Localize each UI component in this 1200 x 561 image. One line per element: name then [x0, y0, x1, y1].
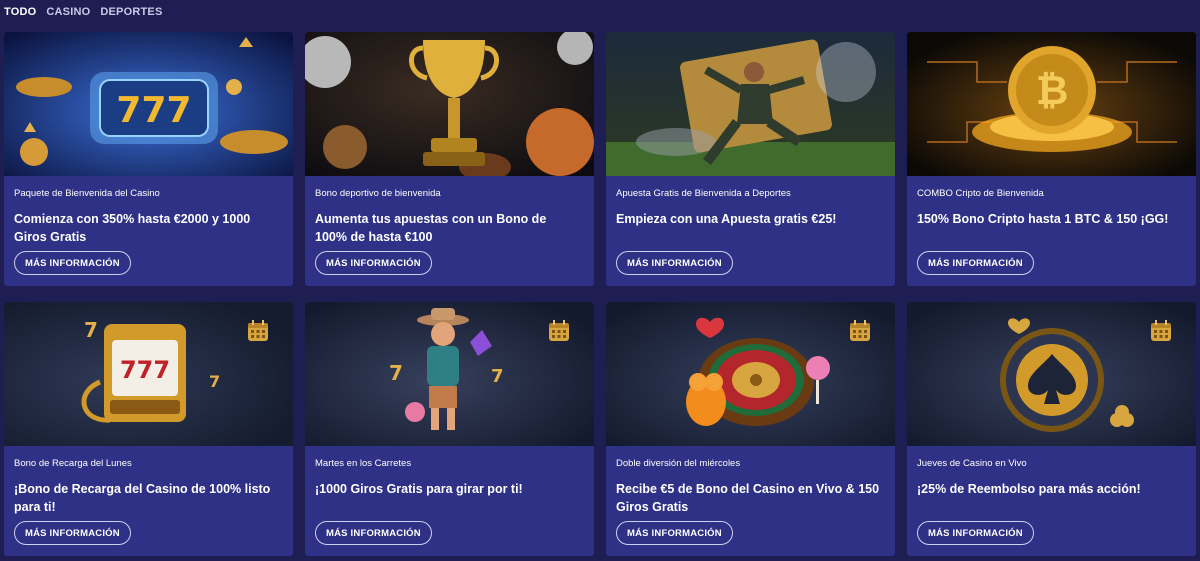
card-title: 150% Bono Cripto hasta 1 BTC & 150 ¡GG!: [917, 212, 1169, 226]
card-title: Empieza con una Apuesta gratis €25!: [616, 212, 837, 226]
more-info-button[interactable]: MÁS INFORMACIÓN: [315, 251, 432, 275]
football-player-ticket-image: [606, 32, 895, 176]
calendar-icon: [850, 320, 870, 341]
card-kicker: Apuesta Gratis de Bienvenida a Deportes: [616, 188, 791, 199]
card-kicker: Martes en los Carretes: [315, 458, 412, 469]
card-kicker: Jueves de Casino en Vivo: [917, 458, 1027, 469]
svg-text:7: 7: [389, 361, 403, 385]
more-info-button[interactable]: MÁS INFORMACIÓN: [616, 521, 733, 545]
cowboy-character-image: 7 7: [305, 302, 594, 446]
tab-casino[interactable]: CASINO: [46, 6, 90, 18]
more-info-button[interactable]: MÁS INFORMACIÓN: [14, 251, 131, 275]
promotions-grid: 777 Paquete de Bienvenida del Casino Com…: [4, 32, 1196, 556]
more-info-button[interactable]: MÁS INFORMACIÓN: [14, 521, 131, 545]
promo-card-thursday-live[interactable]: Jueves de Casino en Vivo ¡25% de Reembol…: [907, 302, 1196, 556]
calendar-icon: [549, 320, 569, 341]
slot-777-lamp-image: 777: [4, 32, 293, 176]
card-kicker: Bono de Recarga del Lunes: [14, 458, 132, 469]
promo-card-casino-welcome[interactable]: 777 Paquete de Bienvenida del Casino Com…: [4, 32, 293, 286]
promo-card-free-bet[interactable]: Apuesta Gratis de Bienvenida a Deportes …: [606, 32, 895, 286]
more-info-button[interactable]: MÁS INFORMACIÓN: [616, 251, 733, 275]
slot-machine-777-image: 777 7 7: [4, 302, 293, 446]
calendar-icon: [1151, 320, 1171, 341]
svg-text:7: 7: [84, 318, 98, 342]
card-title: Comienza con 350% hasta €2000 y 1000 Gir…: [14, 212, 251, 244]
card-title: ¡25% de Reembolso para más acción!: [917, 482, 1141, 496]
card-kicker: COMBO Cripto de Bienvenida: [917, 188, 1044, 199]
calendar-icon: [248, 320, 268, 341]
card-kicker: Bono deportivo de bienvenida: [315, 188, 441, 199]
more-info-button[interactable]: MÁS INFORMACIÓN: [917, 251, 1034, 275]
poker-chip-spade-image: [907, 302, 1196, 446]
promo-card-crypto[interactable]: ₿ COMBO Cripto de Bienvenida 150% Bono C…: [907, 32, 1196, 286]
promo-card-wednesday[interactable]: Doble diversión del miércoles Recibe €5 …: [606, 302, 895, 556]
svg-text:777: 777: [120, 356, 170, 384]
card-title: Recibe €5 de Bono del Casino en Vivo & 1…: [616, 482, 880, 514]
promo-card-tuesday-spins[interactable]: 7 7 Martes en los Carretes ¡1000 Giros G…: [305, 302, 594, 556]
svg-text:₿: ₿: [1036, 68, 1069, 114]
tab-todo[interactable]: TODO: [4, 6, 36, 18]
bitcoin-coin-image: ₿: [907, 32, 1196, 176]
card-title: Aumenta tus apuestas con un Bono de 100%…: [315, 212, 547, 244]
trophy-balls-image: [305, 32, 594, 176]
card-kicker: Paquete de Bienvenida del Casino: [14, 188, 160, 199]
svg-text:7: 7: [209, 372, 220, 391]
promo-card-monday-reload[interactable]: 777 7 7 Bono de Recarga del Lunes ¡Bono …: [4, 302, 293, 556]
card-kicker: Doble diversión del miércoles: [616, 458, 741, 469]
card-title: ¡1000 Giros Gratis para girar por ti!: [315, 482, 523, 496]
more-info-button[interactable]: MÁS INFORMACIÓN: [917, 521, 1034, 545]
promo-card-sports-welcome[interactable]: Bono deportivo de bienvenida Aumenta tus…: [305, 32, 594, 286]
svg-text:777: 777: [116, 90, 191, 131]
more-info-button[interactable]: MÁS INFORMACIÓN: [315, 521, 432, 545]
category-tabs: TODO CASINO DEPORTES: [4, 6, 163, 18]
tab-deportes[interactable]: DEPORTES: [100, 6, 162, 18]
roulette-wheel-image: [606, 302, 895, 446]
card-title: ¡Bono de Recarga del Casino de 100% list…: [14, 482, 271, 514]
svg-text:7: 7: [491, 366, 504, 387]
